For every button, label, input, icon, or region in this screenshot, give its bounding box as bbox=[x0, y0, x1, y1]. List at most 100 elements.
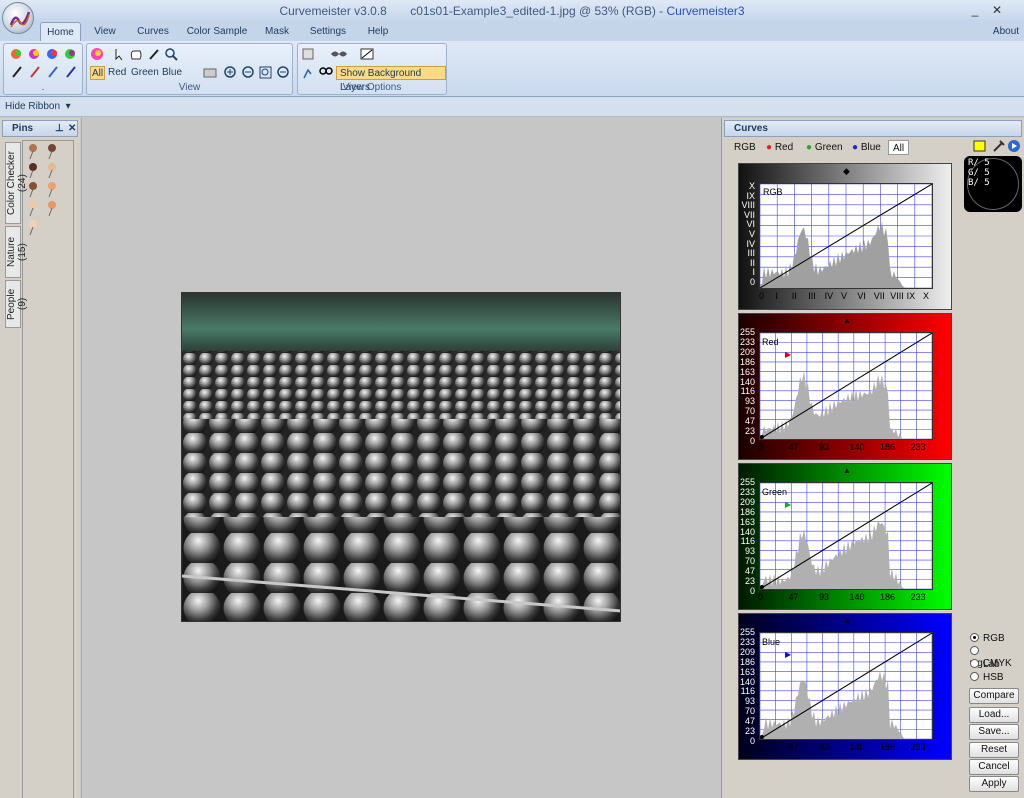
curves-tab-all[interactable]: All bbox=[888, 140, 910, 155]
x-tick-label: V bbox=[841, 291, 848, 301]
y-tick-label: 163 bbox=[739, 366, 755, 377]
graph-arrow-icon[interactable]: ▲ bbox=[843, 466, 851, 475]
mode-hsb[interactable]: HSB bbox=[970, 672, 1004, 684]
ribbon-group-view-options: Show Background Layers View Options bbox=[297, 43, 447, 95]
rgb-plot[interactable] bbox=[759, 183, 933, 289]
readout-g: G/ 5 bbox=[968, 168, 990, 178]
y-tick-label: 70 bbox=[744, 556, 755, 567]
y-tick-label: 140 bbox=[739, 376, 755, 387]
layer-icon bbox=[302, 48, 314, 60]
app-menu-orb[interactable] bbox=[2, 2, 34, 34]
tab-home[interactable]: Home bbox=[40, 22, 81, 41]
pin-icon bbox=[29, 201, 37, 217]
pin-icon bbox=[48, 201, 56, 217]
load-button[interactable]: Load... bbox=[969, 707, 1019, 723]
close-button[interactable]: ✕ bbox=[990, 3, 1004, 17]
channel-plot[interactable] bbox=[759, 482, 933, 590]
image-canvas[interactable] bbox=[81, 118, 720, 798]
tab-nature[interactable]: Nature (15) bbox=[5, 226, 28, 278]
y-tick-label: 0 bbox=[749, 735, 755, 746]
radio-wgcmyk[interactable] bbox=[970, 646, 979, 655]
ribbon-tabs: Home View Curves Color Sample Mask Setti… bbox=[0, 22, 1024, 41]
compare-button[interactable]: Compare bbox=[969, 688, 1019, 704]
zoom-icon bbox=[165, 48, 175, 58]
tab-mask[interactable]: Mask bbox=[261, 22, 293, 41]
channel-all-button[interactable]: All bbox=[90, 66, 105, 80]
channel-red-button[interactable]: Red bbox=[108, 66, 126, 80]
x-tick-label: 47 bbox=[788, 742, 799, 752]
x-tick-label: 47 bbox=[788, 592, 799, 602]
x-tick-label: IX bbox=[906, 291, 916, 301]
y-tick-label: 93 bbox=[744, 696, 755, 707]
rectangle-icon bbox=[203, 68, 217, 78]
tab-settings[interactable]: Settings bbox=[306, 22, 350, 41]
y-tick-label: 47 bbox=[744, 416, 755, 427]
channel-plot[interactable] bbox=[759, 332, 933, 440]
hide-ribbon-button[interactable]: Hide Ribbon ▾ bbox=[5, 101, 71, 112]
curves-tab-red[interactable]: ● Red bbox=[766, 140, 793, 155]
curve-point bbox=[760, 435, 764, 439]
curves-tab-green[interactable]: ● Green bbox=[806, 140, 843, 155]
y-tick-label: 70 bbox=[744, 706, 755, 717]
x-tick-label: 186 bbox=[880, 742, 896, 752]
y-tick-label: 233 bbox=[739, 486, 755, 497]
x-tick-label: 0 bbox=[758, 442, 764, 452]
tab-curves[interactable]: Curves bbox=[134, 22, 172, 41]
close-panel-icon[interactable]: ✕ bbox=[68, 121, 76, 136]
graph-arrow-icon[interactable]: ◆ bbox=[843, 166, 850, 177]
ribbon-group-tools: . bbox=[3, 43, 83, 95]
color-tools-icons bbox=[11, 49, 76, 78]
save-button[interactable]: Save... bbox=[969, 724, 1019, 740]
hide-ribbon-label: Hide Ribbon bbox=[5, 101, 61, 112]
tab-color-checker[interactable]: Color Checker (24) bbox=[5, 142, 28, 224]
blue-dot-icon: ● bbox=[852, 142, 859, 153]
curves-tab-rgb[interactable]: RGB bbox=[734, 140, 756, 155]
minimize-button[interactable]: _ bbox=[968, 3, 982, 17]
graph-arrow-icon[interactable]: ▲ bbox=[843, 616, 851, 625]
x-tick-label: 47 bbox=[788, 442, 799, 452]
channel-green-button[interactable]: Green bbox=[131, 66, 159, 80]
curves-tab-blue-label: Blue bbox=[860, 142, 881, 153]
mode-wgcmyk[interactable]: wgCMYK bbox=[970, 646, 1024, 669]
title-app: Curvemeister v3.0.8 bbox=[279, 4, 387, 18]
graph-channel-label: Red bbox=[762, 337, 779, 347]
cancel-button[interactable]: Cancel bbox=[969, 759, 1019, 775]
apply-button[interactable]: Apply bbox=[969, 776, 1019, 792]
tab-people[interactable]: People (9) bbox=[5, 280, 28, 328]
tab-color-sample[interactable]: Color Sample bbox=[185, 22, 249, 41]
mode-rgb[interactable]: RGB bbox=[970, 633, 1005, 645]
y-tick-label: 0 bbox=[749, 585, 755, 596]
y-tick-label: 163 bbox=[739, 516, 755, 527]
reset-button[interactable]: Reset bbox=[969, 742, 1019, 758]
about-link[interactable]: About bbox=[990, 22, 1022, 41]
show-background-layers-button[interactable]: Show Background Layers bbox=[336, 66, 446, 93]
y-tick-label: 255 bbox=[739, 627, 755, 637]
green-dot-icon: ● bbox=[806, 142, 813, 153]
y-tick-label: 209 bbox=[739, 646, 755, 657]
tab-view[interactable]: View bbox=[88, 22, 122, 41]
x-tick-label: III bbox=[808, 291, 816, 301]
tab-help[interactable]: Help bbox=[362, 22, 394, 41]
view-option-icons bbox=[302, 48, 374, 60]
radio-lab[interactable] bbox=[970, 659, 979, 668]
channel-plot[interactable] bbox=[759, 632, 933, 740]
graph-arrow-icon[interactable]: ▲ bbox=[843, 316, 851, 325]
channel-curve-svg bbox=[759, 332, 933, 440]
radio-hsb[interactable] bbox=[970, 672, 979, 681]
channel-marker-icon: ▶ bbox=[785, 500, 792, 509]
pins-list bbox=[22, 140, 74, 798]
curves-tab-blue[interactable]: ● Blue bbox=[852, 140, 881, 155]
title-bar: Curvemeister v3.0.8 c01s01-Example3_edit… bbox=[0, 0, 1024, 22]
y-tick-label: 233 bbox=[739, 636, 755, 647]
title-file: c01s01-Example3_edited-1.jpg @ 53% (RGB)… bbox=[410, 4, 664, 18]
x-tick-label: 233 bbox=[910, 442, 926, 452]
mode-lab[interactable]: Lab bbox=[970, 659, 1000, 671]
view-group-label: View bbox=[178, 82, 201, 93]
dock-pin-icon[interactable]: ⊥ bbox=[55, 121, 64, 136]
radio-rgb[interactable] bbox=[970, 633, 979, 642]
y-tick-label: 23 bbox=[744, 576, 755, 586]
x-tick-label: II bbox=[791, 291, 797, 301]
channel-blue-button[interactable]: Blue bbox=[162, 66, 182, 80]
photo-chrome-spheres[interactable] bbox=[181, 292, 621, 622]
view-tool-icons bbox=[91, 48, 178, 61]
